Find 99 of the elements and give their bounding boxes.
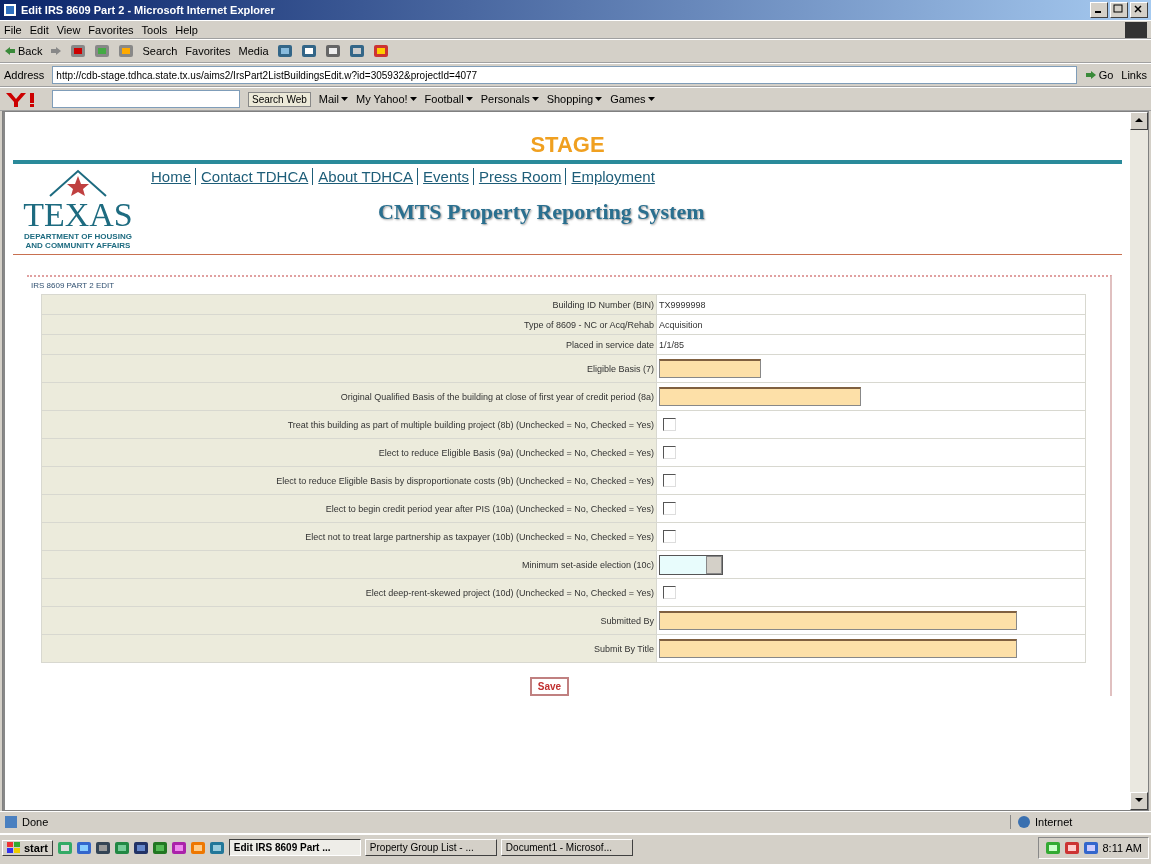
toolbar-link[interactable]: Football (424, 93, 473, 105)
app-icon[interactable] (94, 839, 111, 856)
logo-subtitle: AND COMMUNITY AFFAIRS (25, 241, 131, 250)
app-icon[interactable] (132, 839, 149, 856)
taskbar-button[interactable]: Document1 - Microsof... (500, 839, 633, 856)
field-label: Elect deep-rent-skewed project (10d) (Unchecked = No, Checked = Yes) (365, 587, 654, 598)
checkbox[interactable] (663, 502, 676, 515)
logo-subtitle: DEPARTMENT OF HOUSING (24, 232, 132, 241)
browser-icon[interactable] (75, 839, 92, 856)
taskbar-button[interactable]: Edit IRS 8609 Part ... (228, 839, 361, 856)
text-field[interactable] (659, 611, 1017, 630)
field-value: Acquisition (659, 319, 703, 330)
address-label: Address (4, 69, 45, 81)
links-button[interactable]: Links (1121, 69, 1147, 81)
field-value: TX9999998 (659, 299, 706, 310)
nav-link[interactable]: About TDHCA (312, 168, 414, 185)
menu-item[interactable]: Tools (141, 23, 168, 36)
media-button[interactable]: Media (238, 45, 269, 57)
caret-icon (465, 96, 473, 102)
section-title: IRS 8609 PART 2 EDIT (31, 281, 116, 290)
caret-icon (531, 96, 539, 102)
dropdown[interactable] (659, 554, 723, 575)
window-title: Edit IRS 8609 Part 2 - Microsoft Internet Explorer (21, 4, 275, 16)
search-field[interactable] (52, 90, 240, 108)
close-icon (1131, 3, 1145, 15)
nav-link[interactable]: Press Room (472, 168, 562, 185)
text-field[interactable] (659, 639, 1017, 658)
minimize-button[interactable] (1090, 2, 1108, 18)
menu-item[interactable]: File (4, 23, 22, 36)
back-button[interactable]: Back (4, 45, 43, 57)
app-icon[interactable] (170, 839, 187, 856)
caret-icon (595, 96, 603, 102)
field-label: Type of 8609 - NC or Acq/Rehab (523, 319, 654, 330)
nav-link[interactable]: Home (151, 168, 191, 185)
field-label: Elect to begin credit period year after PIS (10a) (Unchecked = No, Checked = Yes) (325, 503, 654, 514)
caret-icon (409, 96, 417, 102)
minimize-icon (1095, 11, 1101, 13)
logo-text: TEXAS (23, 198, 133, 232)
tray-icon[interactable] (1083, 839, 1100, 856)
go-arrow-icon (1084, 70, 1097, 80)
caret-icon (647, 96, 655, 102)
text-field[interactable] (659, 387, 861, 406)
tray-icon[interactable] (1064, 839, 1081, 856)
toolbar-link[interactable]: My Yahoo! (356, 93, 417, 105)
maximize-icon (1111, 3, 1125, 15)
status-text: Done (22, 816, 49, 828)
field-label: Submitted By (600, 615, 654, 626)
checkbox[interactable] (663, 530, 676, 543)
checkbox[interactable] (663, 586, 676, 599)
windows-flag-icon (7, 841, 21, 854)
field-label: Treat this building as part of multiple building project (8b) (Unchecked = No, Checked = Yes) (287, 419, 654, 430)
toolbar-link[interactable]: Shopping (546, 93, 603, 105)
clock: 8:11 AM (1102, 841, 1142, 854)
go-button[interactable]: Go (1084, 69, 1114, 81)
house-star-icon (48, 168, 108, 198)
start-button[interactable]: start (2, 839, 53, 856)
toolbar-link[interactable]: Mail (318, 93, 348, 105)
globe-icon (1017, 815, 1031, 829)
field-label: Building ID Number (BIN) (552, 299, 654, 310)
page-heading: CMTS Property Reporting System (377, 198, 706, 225)
app-icon[interactable] (151, 839, 168, 856)
menu-item[interactable]: Help (175, 23, 198, 36)
field-value: 1/1/85 (659, 339, 685, 350)
save-button[interactable]: Save (529, 677, 570, 696)
field-label: Elect not to treat large partnership as taxpayer (10b) (Unchecked = No, Checked = Yes) (305, 531, 654, 542)
search-button[interactable]: Search (142, 45, 178, 57)
checkbox[interactable] (663, 446, 676, 459)
nav-link[interactable]: Contact TDHCA (195, 168, 309, 185)
checkbox[interactable] (663, 418, 676, 431)
zone-text: Internet (1035, 816, 1073, 828)
taskbar-button[interactable]: Property Group List - ... (364, 839, 497, 856)
checkbox[interactable] (663, 474, 676, 487)
close-button[interactable] (1130, 2, 1148, 18)
search-web-button[interactable]: Search Web (248, 91, 311, 107)
field-label: Elect to reduce Eligible Basis (9a) (Unchecked = No, Checked = Yes) (378, 447, 654, 458)
menu-item[interactable]: Edit (29, 23, 49, 36)
toolbar-link[interactable]: Games (610, 93, 655, 105)
menu-item[interactable]: View (56, 23, 81, 36)
field-label: Submit By Title (593, 643, 654, 654)
favorites-button[interactable]: Favorites (185, 45, 231, 57)
toolbar-link[interactable]: Personals (480, 93, 539, 105)
caret-icon (341, 96, 348, 102)
address-field[interactable]: http://cdb-stage.tdhca.state.tx.us/aims2/IrsPart2ListBuildingsEdit.w?id=305932&projectId=4077 (52, 66, 1077, 84)
browser-icon (3, 3, 17, 17)
field-label: Original Qualified Basis of the building at close of first year of credit period (8a) (340, 391, 654, 402)
field-label: Eligible Basis (7) (586, 363, 654, 374)
text-field[interactable] (659, 359, 761, 378)
forward-arrow-icon[interactable] (50, 46, 63, 56)
field-label: Elect to reduce Eligible Basis by disproportionate costs (9b) (Unchecked = No, Checked = Yes) (276, 475, 654, 486)
field-label: Placed in service date (565, 339, 654, 350)
nav-link[interactable]: Events (417, 168, 469, 185)
nav-link[interactable]: Employment (565, 168, 655, 185)
menu-item[interactable]: Favorites (88, 23, 134, 36)
back-arrow-icon (4, 46, 16, 56)
tray-icon[interactable] (1045, 839, 1062, 856)
scrollbar[interactable] (1130, 112, 1148, 810)
stage-banner: STAGE (13, 112, 1122, 164)
field-label: Minimum set-aside election (10c) (521, 559, 654, 570)
maximize-button[interactable] (1110, 2, 1128, 18)
